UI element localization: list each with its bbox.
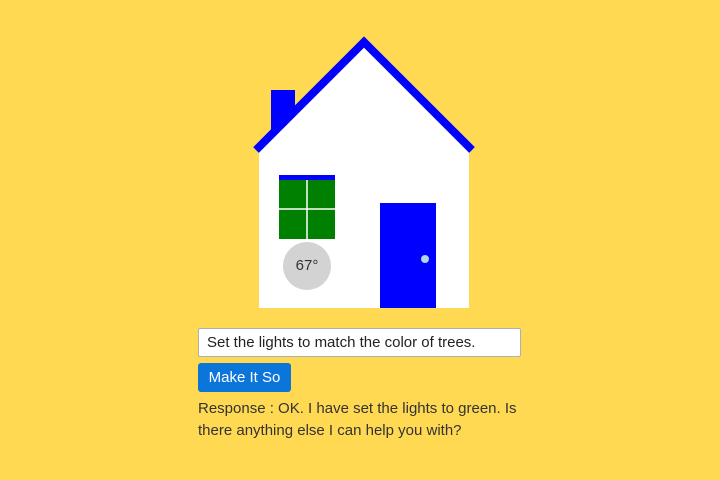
house-scene — [253, 36, 475, 308]
make-it-so-button[interactable]: Make It So — [198, 363, 291, 392]
response-text: Response : OK. I have set the lights to … — [198, 398, 518, 442]
window-frame-top — [279, 175, 335, 180]
door-knob — [421, 255, 429, 263]
thermostat — [283, 242, 331, 290]
command-input[interactable] — [198, 328, 521, 357]
response-prefix: Response : — [198, 400, 279, 417]
front-door — [380, 203, 436, 308]
